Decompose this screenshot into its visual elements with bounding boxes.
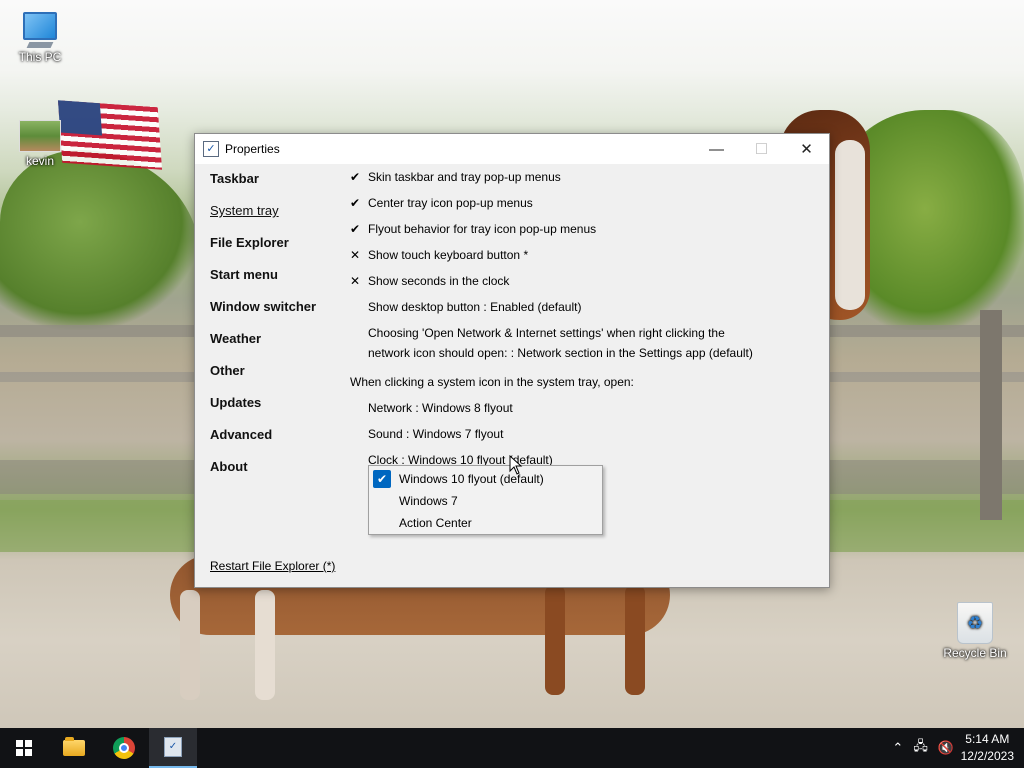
option-label: Network : Windows 8 flyout bbox=[368, 401, 513, 415]
nav-taskbar[interactable]: Taskbar bbox=[210, 166, 340, 198]
maximize-icon: ☐ bbox=[754, 141, 769, 158]
cross-icon: ✕ bbox=[350, 248, 361, 262]
section-nav: Taskbar System tray File Explorer Start … bbox=[210, 166, 340, 486]
menu-item-label: Windows 7 bbox=[399, 494, 458, 508]
option-clock-seconds[interactable]: ✕ Show seconds in the clock bbox=[350, 268, 810, 294]
taskbar-clock[interactable]: 5:14 AM 12/2/2023 bbox=[961, 731, 1014, 765]
option-show-desktop[interactable]: Show desktop button : Enabled (default) bbox=[350, 294, 810, 320]
taskbar: ✓ ⌃ 🖧 🔇 5:14 AM 12/2/2023 bbox=[0, 728, 1024, 768]
nav-updates[interactable]: Updates bbox=[210, 390, 340, 422]
window-titlebar[interactable]: ✓ Properties — ☐ ✕ bbox=[195, 134, 829, 164]
settings-content: ✔ Skin taskbar and tray pop-up menus ✔ C… bbox=[350, 164, 810, 473]
option-label: Show touch keyboard button * bbox=[368, 248, 529, 262]
desktop-icon-recycle-bin[interactable]: ♻ Recycle Bin bbox=[942, 602, 1008, 660]
folder-icon bbox=[63, 737, 85, 756]
chevron-up-icon[interactable]: ⌃ bbox=[892, 740, 903, 756]
maximize-button: ☐ bbox=[739, 134, 784, 164]
option-network-settings[interactable]: Choosing 'Open Network & Internet settin… bbox=[350, 320, 810, 369]
start-button[interactable] bbox=[0, 728, 48, 768]
checkmark-icon: ✔ bbox=[350, 196, 361, 210]
windows-logo-icon bbox=[16, 740, 32, 756]
nav-start-menu[interactable]: Start menu bbox=[210, 262, 340, 294]
properties-app-icon: ✓ bbox=[164, 737, 182, 757]
nav-file-explorer[interactable]: File Explorer bbox=[210, 230, 340, 262]
taskbar-file-explorer[interactable] bbox=[50, 728, 98, 768]
window-title: Properties bbox=[225, 142, 280, 156]
nav-about[interactable]: About bbox=[210, 454, 340, 486]
option-center-tray-menus[interactable]: ✔ Center tray icon pop-up menus bbox=[350, 190, 810, 216]
chrome-icon bbox=[113, 737, 135, 759]
menu-item-windows-7[interactable]: Windows 7 bbox=[369, 490, 602, 512]
wallpaper-horse-blaze bbox=[835, 140, 865, 310]
nav-window-switcher[interactable]: Window switcher bbox=[210, 294, 340, 326]
clock-flyout-menu: ✔ Windows 10 flyout (default) Windows 7 … bbox=[368, 465, 603, 535]
clock-date: 12/2/2023 bbox=[960, 749, 1014, 763]
menu-item-action-center[interactable]: Action Center bbox=[369, 512, 602, 534]
tray-click-heading: When clicking a system icon in the syste… bbox=[350, 375, 634, 389]
desktop-icon-label: kevin bbox=[25, 154, 54, 168]
close-icon: ✕ bbox=[800, 141, 813, 158]
option-label: Sound : Windows 7 flyout bbox=[368, 427, 504, 441]
clock-time: 5:14 AM bbox=[965, 732, 1010, 746]
image-thumbnail-icon bbox=[19, 120, 61, 152]
option-label: Show seconds in the clock bbox=[368, 274, 510, 288]
system-tray: ⌃ 🖧 🔇 bbox=[892, 728, 954, 768]
taskbar-chrome[interactable] bbox=[100, 728, 148, 768]
option-flyout-behavior[interactable]: ✔ Flyout behavior for tray icon pop-up m… bbox=[350, 216, 810, 242]
menu-item-check-slot bbox=[373, 492, 391, 510]
desktop-icon-label: Recycle Bin bbox=[943, 646, 1007, 660]
app-checkbox-icon: ✓ bbox=[203, 141, 219, 157]
checkmark-icon: ✔ bbox=[373, 470, 391, 488]
nav-weather[interactable]: Weather bbox=[210, 326, 340, 358]
close-button[interactable]: ✕ bbox=[784, 134, 829, 164]
computer-icon bbox=[23, 12, 57, 40]
option-label: Center tray icon pop-up menus bbox=[368, 196, 533, 210]
wallpaper-trees-left bbox=[0, 150, 200, 330]
wallpaper-horse-leg bbox=[255, 590, 275, 700]
option-label: Choosing 'Open Network & Internet settin… bbox=[368, 326, 753, 360]
wallpaper-horse-leg bbox=[545, 585, 565, 695]
volume-muted-icon[interactable]: 🔇 bbox=[938, 740, 954, 756]
checkmark-icon: ✔ bbox=[350, 222, 361, 236]
menu-item-windows-10-flyout[interactable]: ✔ Windows 10 flyout (default) bbox=[369, 468, 602, 490]
recycle-bin-icon: ♻ bbox=[957, 602, 993, 644]
nav-system-tray[interactable]: System tray bbox=[210, 198, 340, 230]
nav-advanced[interactable]: Advanced bbox=[210, 422, 340, 454]
option-sound-flyout[interactable]: Sound : Windows 7 flyout bbox=[350, 421, 810, 447]
restart-explorer-link[interactable]: Restart File Explorer (*) bbox=[210, 559, 335, 573]
minimize-button[interactable]: — bbox=[694, 134, 739, 164]
wallpaper-horse-leg bbox=[625, 585, 645, 695]
taskbar-properties[interactable]: ✓ bbox=[149, 728, 197, 768]
nav-other[interactable]: Other bbox=[210, 358, 340, 390]
wallpaper-horse-leg bbox=[180, 590, 200, 700]
menu-item-check-slot bbox=[373, 514, 391, 532]
option-touch-keyboard[interactable]: ✕ Show touch keyboard button * bbox=[350, 242, 810, 268]
option-label: Skin taskbar and tray pop-up menus bbox=[368, 170, 561, 184]
wallpaper-fence-post bbox=[980, 310, 1002, 520]
option-network-flyout[interactable]: Network : Windows 8 flyout bbox=[350, 395, 810, 421]
option-label: Show desktop button : Enabled (default) bbox=[368, 300, 582, 314]
option-skin-taskbar[interactable]: ✔ Skin taskbar and tray pop-up menus bbox=[350, 164, 810, 190]
desktop-icon-kevin[interactable]: kevin bbox=[8, 120, 72, 168]
desktop-icon-this-pc[interactable]: This PC bbox=[8, 12, 72, 64]
cross-icon: ✕ bbox=[350, 274, 361, 288]
computer-stand bbox=[26, 42, 54, 48]
menu-item-label: Action Center bbox=[399, 516, 472, 530]
network-icon[interactable]: 🖧 bbox=[913, 737, 928, 759]
minimize-icon: — bbox=[709, 140, 724, 158]
option-label: Flyout behavior for tray icon pop-up men… bbox=[368, 222, 597, 236]
checkmark-icon: ✔ bbox=[350, 170, 361, 184]
flag-image-icon bbox=[57, 100, 163, 170]
desktop-icon-label: This PC bbox=[18, 50, 62, 64]
